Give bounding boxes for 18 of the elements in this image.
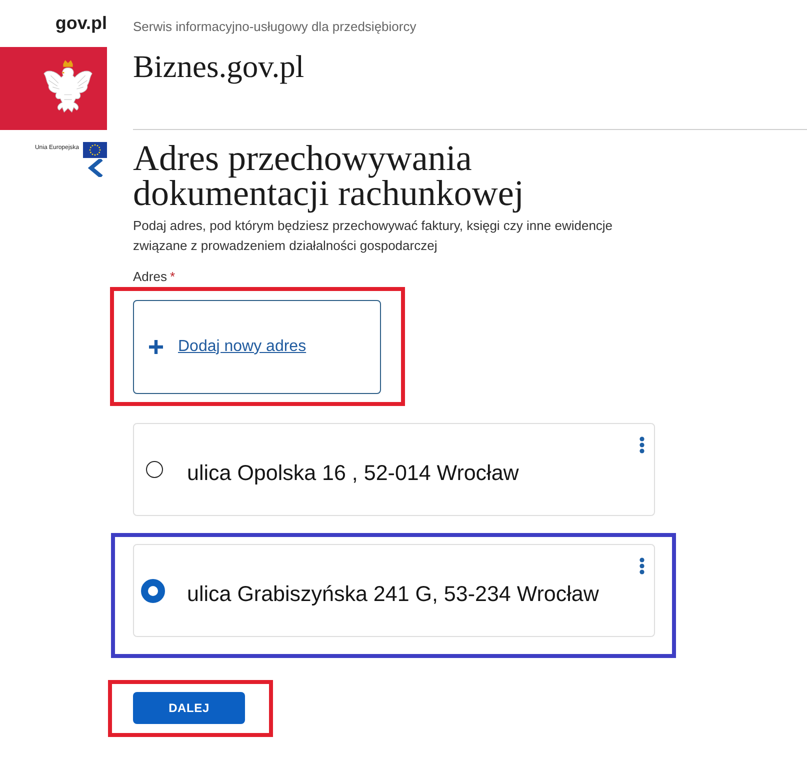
site-tagline: Serwis informacyjno-usługowy dla przedsiębiorcy xyxy=(133,19,418,35)
more-options-icon[interactable] xyxy=(639,557,645,575)
add-address-link[interactable]: Dodaj nowy adres xyxy=(178,338,306,356)
gov-pl-logo-text[interactable]: gov.pl xyxy=(0,0,107,47)
page-description: Podaj adres, pod którym będziesz przechowywać faktury, księgi czy inne ewidencje związane z prowadzeniem działalności gospodarczej xyxy=(133,217,614,255)
page-heading: Adres przechowywania dokumentacji rachunkowej xyxy=(133,141,525,211)
more-options-icon[interactable] xyxy=(639,436,645,454)
radio-button[interactable] xyxy=(146,461,163,478)
next-button[interactable]: DALEJ xyxy=(133,692,245,724)
chevron-left-icon[interactable] xyxy=(87,159,103,177)
site-title[interactable]: Biznes.gov.pl xyxy=(133,49,304,85)
required-mark: * xyxy=(170,269,176,285)
radio-button[interactable] xyxy=(141,578,165,602)
field-label: Adres xyxy=(133,269,167,285)
address-text: ulica Opolska 16 , 52-014 Wrocław xyxy=(187,460,520,486)
plus-icon xyxy=(148,339,164,355)
eu-flag-icon xyxy=(83,142,107,158)
address-text: ulica Grabiszyńska 241 G, 53-234 Wrocław xyxy=(187,581,600,607)
